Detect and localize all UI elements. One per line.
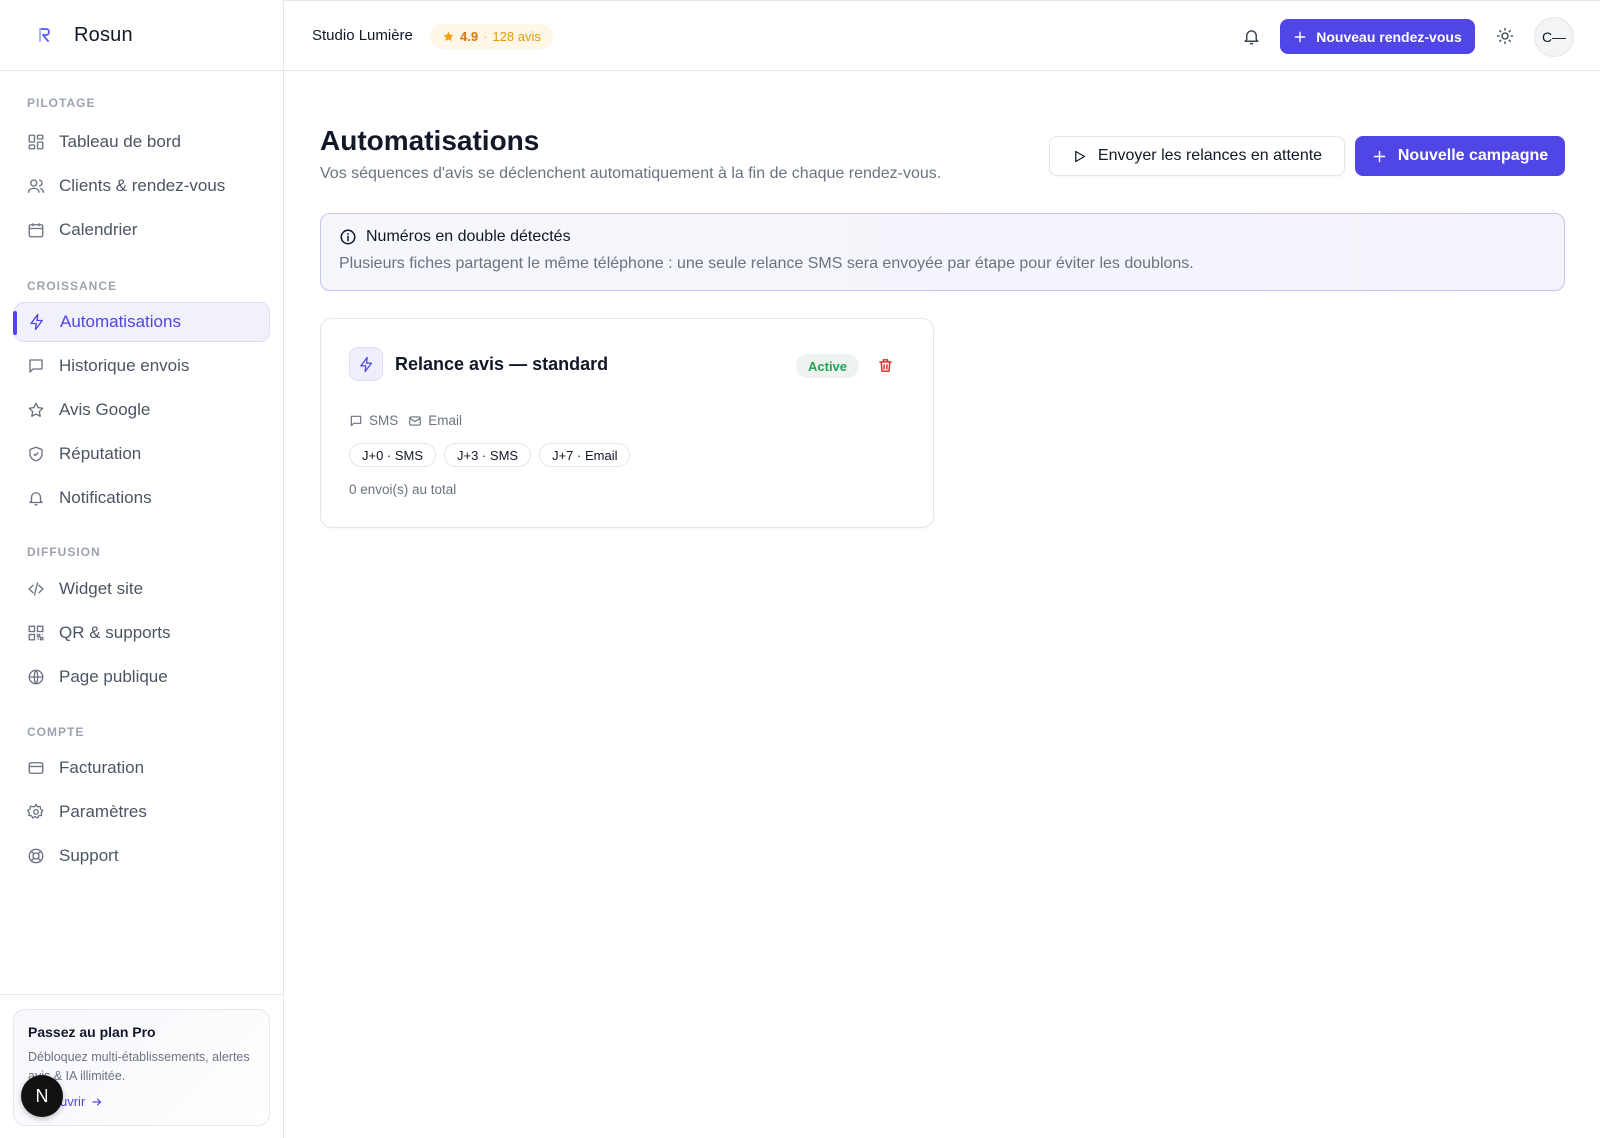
lifebuoy-icon bbox=[28, 848, 44, 864]
sidebar-item-label: Historique envois bbox=[59, 356, 190, 375]
sidebar-item-label: Notifications bbox=[59, 488, 152, 507]
zap-icon bbox=[30, 313, 43, 331]
rosun-logo-icon bbox=[36, 26, 54, 44]
dashboard-icon bbox=[28, 134, 44, 150]
sidebar-item-label: Calendrier bbox=[59, 220, 138, 239]
arrow-right-icon bbox=[92, 1097, 102, 1106]
sidebar-item-widget-site[interactable]: Widget site bbox=[14, 569, 270, 609]
campaign-card[interactable]: Relance avis — standard Active SMS Email… bbox=[320, 318, 934, 528]
calendar-icon bbox=[28, 223, 44, 238]
mail-icon bbox=[409, 415, 422, 426]
sidebar-item-label: QR & supports bbox=[59, 623, 171, 642]
sidebar-item-parametres[interactable]: Paramètres bbox=[14, 792, 270, 832]
send-pending-label: Envoyer les relances en attente bbox=[1097, 147, 1323, 164]
promo-title: Passez au plan Pro bbox=[28, 1024, 156, 1040]
step-chip: J+7 · Email bbox=[539, 443, 631, 467]
step-chip: J+0 · SMS bbox=[349, 443, 437, 467]
sidebar-item-historique[interactable]: Historique envois bbox=[14, 346, 270, 386]
status-badge: Active bbox=[796, 354, 860, 378]
new-campaign-button[interactable]: Nouvelle campagne bbox=[1355, 136, 1565, 176]
sidebar-item-avis-google[interactable]: Avis Google bbox=[14, 390, 270, 430]
duplicate-numbers-alert: Numéros en double détectés Plusieurs fic… bbox=[320, 213, 1565, 291]
page-subtitle: Vos séquences d'avis se déclenchent auto… bbox=[320, 165, 942, 182]
qr-icon bbox=[28, 625, 44, 641]
plus-icon bbox=[1294, 31, 1306, 42]
section-label-pilotage: PILOTAGE bbox=[27, 96, 96, 110]
zap-icon bbox=[359, 356, 372, 372]
code-icon bbox=[28, 582, 44, 596]
plus-icon bbox=[1373, 150, 1386, 162]
section-label-compte: COMPTE bbox=[27, 725, 85, 739]
sidebar-item-label: Facturation bbox=[59, 758, 145, 777]
globe-icon bbox=[28, 669, 44, 685]
promo-link[interactable]: uvrir bbox=[60, 1094, 103, 1109]
reviews-count: 128 avis bbox=[492, 29, 541, 44]
sidebar-item-qr-supports[interactable]: QR & supports bbox=[14, 613, 270, 653]
brand-name: Rosun bbox=[74, 23, 133, 46]
rating-separator: · bbox=[483, 29, 488, 44]
alert-title: Numéros en double détectés bbox=[366, 228, 571, 245]
sidebar-item-automatisations[interactable]: Automatisations bbox=[13, 302, 270, 342]
channel-email: Email bbox=[408, 413, 462, 428]
star-filled-icon bbox=[443, 31, 454, 41]
bell-icon bbox=[29, 492, 43, 506]
channel-label: SMS bbox=[369, 413, 399, 428]
sidebar-item-label: Widget site bbox=[59, 579, 144, 598]
channel-sms: SMS bbox=[349, 413, 398, 428]
channel-label: Email bbox=[428, 413, 463, 428]
sidebar-item-facturation[interactable]: Facturation bbox=[14, 748, 270, 788]
star-icon bbox=[28, 402, 44, 417]
campaign-title: Relance avis — standard bbox=[395, 354, 609, 374]
section-label-diffusion: DIFFUSION bbox=[27, 545, 101, 559]
topbar: Studio Lumière 4.9 · 128 avis Nouveau re… bbox=[284, 0, 1600, 71]
sidebar: Rosun PILOTAGE Tableau de bord Clients &… bbox=[0, 0, 284, 1138]
sidebar-item-tableau-de-bord[interactable]: Tableau de bord bbox=[14, 122, 270, 162]
promo-text: Débloquez multi-établissements, alertes … bbox=[28, 1050, 250, 1083]
campaign-total-sends: 0 envoi(s) au total bbox=[349, 482, 457, 497]
dev-tools-badge[interactable]: N bbox=[21, 1075, 63, 1117]
sidebar-item-clients[interactable]: Clients & rendez-vous bbox=[14, 166, 270, 206]
sidebar-item-label: Automatisations bbox=[60, 312, 181, 331]
new-campaign-label: Nouvelle campagne bbox=[1397, 147, 1549, 164]
campaign-icon-tile bbox=[349, 347, 383, 381]
credit-card-icon bbox=[28, 762, 44, 774]
message-icon bbox=[29, 359, 43, 373]
sidebar-item-support[interactable]: Support bbox=[14, 836, 270, 876]
sidebar-item-calendrier[interactable]: Calendrier bbox=[14, 210, 270, 250]
users-icon bbox=[27, 179, 45, 193]
campaign-channels: SMS Email bbox=[349, 413, 462, 428]
sidebar-item-label: Réputation bbox=[59, 444, 142, 463]
rating-badge: 4.9 · 128 avis bbox=[430, 24, 553, 49]
page-title: Automatisations bbox=[320, 125, 540, 156]
message-icon bbox=[350, 415, 362, 426]
sidebar-item-label: Clients & rendez-vous bbox=[59, 176, 226, 195]
sidebar-item-label: Avis Google bbox=[59, 400, 151, 419]
sidebar-item-notifications[interactable]: Notifications bbox=[14, 478, 270, 518]
shield-icon bbox=[29, 446, 43, 462]
info-icon bbox=[340, 229, 356, 245]
gear-icon bbox=[27, 803, 44, 819]
user-avatar[interactable]: C— bbox=[1534, 17, 1574, 57]
step-chip: J+3 · SMS bbox=[444, 443, 532, 467]
bell-icon[interactable] bbox=[1242, 27, 1261, 46]
sidebar-item-label: Paramètres bbox=[59, 802, 147, 821]
trash-icon[interactable] bbox=[877, 357, 894, 374]
sidebar-item-reputation[interactable]: Réputation bbox=[14, 434, 270, 474]
rating-value: 4.9 bbox=[460, 29, 479, 44]
promo-link-label: uvrir bbox=[60, 1094, 86, 1109]
section-label-croissance: CROISSANCE bbox=[27, 279, 118, 293]
send-pending-reminders-button[interactable]: Envoyer les relances en attente bbox=[1049, 136, 1345, 176]
new-appointment-button[interactable]: Nouveau rendez-vous bbox=[1280, 19, 1475, 54]
sidebar-item-label: Support bbox=[59, 846, 119, 865]
sidebar-item-label: Tableau de bord bbox=[59, 132, 181, 151]
brand[interactable]: Rosun bbox=[0, 0, 283, 71]
alert-text: Plusieurs fiches partagent le même télép… bbox=[339, 255, 1194, 272]
theme-toggle-sun-icon[interactable] bbox=[1496, 27, 1514, 45]
new-appointment-label: Nouveau rendez-vous bbox=[1316, 28, 1462, 45]
studio-name[interactable]: Studio Lumière bbox=[312, 27, 413, 44]
sidebar-item-page-publique[interactable]: Page publique bbox=[14, 657, 270, 697]
campaign-steps: J+0 · SMS J+3 · SMS J+7 · Email bbox=[349, 443, 631, 467]
sidebar-item-label: Page publique bbox=[59, 667, 168, 686]
play-icon bbox=[1075, 150, 1086, 162]
